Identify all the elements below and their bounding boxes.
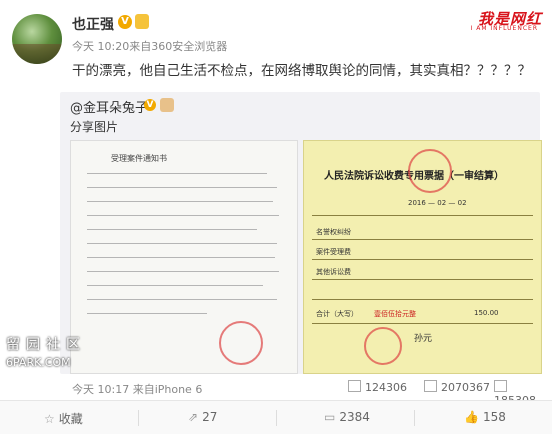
avatar[interactable] [12,14,62,64]
action-bar: ☆ 收藏 ⇗ 27 ▭ 2384 👍 158 [0,401,552,434]
text-line [87,257,275,258]
text-line [87,187,277,188]
receipt-row [312,279,533,280]
text-line [87,299,277,300]
court-stamp [364,327,402,365]
receipt-line: 名誉权纠纷 [316,228,351,236]
comment-count: 2070367 [441,381,490,394]
separator [138,410,139,426]
repost-count: 124306 [365,381,407,394]
separator [414,410,415,426]
court-receipt-image[interactable]: 人民法院诉讼收费专用票据（一审结算） 2016 — 02 — 02 名誉权纠纷 … [303,140,542,374]
receipt-amount: 150.00 [474,309,499,317]
comment-count-stat[interactable]: 2070367 [424,380,490,394]
verified-icon: V [118,15,132,29]
receipt-line: 案件受理费 [316,248,351,256]
like-button[interactable]: 👍 158 [464,410,506,424]
favorite-button[interactable]: ☆ 收藏 [44,410,83,427]
post-content: 干的漂亮，他自己生活不检点，在网络博取舆论的同情，其实真相？？？？？ [72,63,531,79]
text-line [87,229,257,230]
separator [276,410,277,426]
text-line [87,201,273,202]
repost-count-stat[interactable]: 124306 [348,380,407,394]
document-title: 受理案件通知书 [111,154,167,163]
text-line [87,313,207,314]
receipt-line: 其他诉讼费 [316,268,351,276]
star-icon: ☆ [44,412,55,426]
post-meta: 今天 10:20来自360安全浏览器 [72,40,228,53]
court-stamp [219,321,263,365]
receipt-row [312,239,533,240]
receipt-date: 2016 — 02 — 02 [408,199,467,207]
text-line [87,215,279,216]
like-icon [494,380,507,392]
watermark-text: 留园社区 [6,337,86,353]
post-author[interactable]: 也正强 [72,14,114,34]
repost-card[interactable]: @金耳朵兔子 V 分享图片 受理案件通知书 人民法院诉讼收费专用票据（一审结算）… [60,92,542,374]
comment-button[interactable]: ▭ 2384 [324,410,370,424]
repost-button[interactable]: ⇗ 27 [188,410,217,424]
repost-meta: 今天 10:17 来自iPhone 6 [72,383,203,396]
text-line [87,243,277,244]
thumb-up-icon: 👍 [464,410,479,424]
repost-icon: ⇗ [188,410,199,424]
receipt-amount-text: 壹佰伍拾元整 [374,310,416,318]
comment-icon [424,380,437,392]
comment-icon: ▭ [324,410,336,424]
medal-icon [160,98,174,112]
watermark-url: 6PARK.COM [6,356,71,369]
receipt-row [312,259,533,260]
receipt-row [312,215,533,216]
brand-logo-sub: I AM INFLUENCER [470,25,538,32]
receipt-row [312,299,533,300]
receipt-line: 合计（大写） [316,310,358,318]
court-stamp [408,149,452,193]
repost-author[interactable]: @金耳朵兔子 [70,97,148,116]
text-line [87,285,263,286]
repost-label: 分享图片 [70,120,119,134]
text-line [87,173,267,174]
medal-icon [135,14,149,29]
repost-icon [348,380,361,392]
verified-icon: V [144,99,156,111]
notice-document-image[interactable]: 受理案件通知书 [70,140,298,374]
receipt-row [312,323,533,324]
receipt-payer: 孙元 [414,334,433,344]
text-line [87,271,279,272]
